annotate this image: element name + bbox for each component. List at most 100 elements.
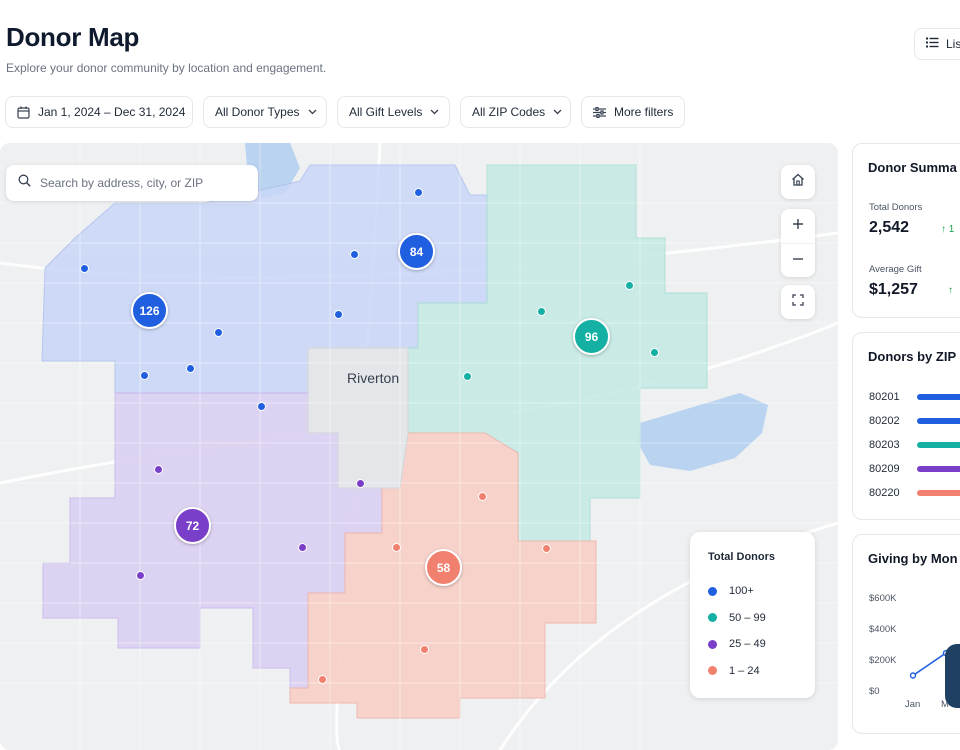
search-icon <box>18 174 31 192</box>
home-icon <box>791 173 805 191</box>
chevron-down-icon <box>430 109 439 115</box>
donor-pin[interactable] <box>537 307 546 316</box>
legend-title: Total Donors <box>708 551 776 563</box>
donor-summary-card: Donor Summa Total Donors 2,542 ↑ 1 Avera… <box>852 143 960 318</box>
total-donors-label: Total Donors <box>869 202 923 213</box>
map-search-input[interactable] <box>40 176 240 190</box>
more-filters-button[interactable]: More filters <box>581 96 685 128</box>
zoom-in-button[interactable] <box>781 209 815 243</box>
city-label: Riverton <box>347 370 400 386</box>
fullscreen-button[interactable] <box>781 285 815 319</box>
donor-cluster[interactable]: 96 <box>573 318 610 355</box>
zip-code: 80203 <box>869 439 900 451</box>
giving-data-point <box>909 672 917 679</box>
donor-cluster[interactable]: 126 <box>131 292 168 329</box>
legend-label: 25 – 49 <box>729 638 766 651</box>
zip-bar <box>917 466 960 472</box>
zip-bar <box>917 418 960 424</box>
donor-cluster[interactable]: 84 <box>398 233 435 270</box>
map-home-button[interactable] <box>781 165 815 199</box>
donor-pin[interactable] <box>625 281 634 290</box>
donor-pin[interactable] <box>154 465 163 474</box>
legend-swatch <box>708 639 717 649</box>
donor-pin[interactable] <box>318 675 327 684</box>
zip-code: 80220 <box>869 487 900 499</box>
date-range-filter[interactable]: Jan 1, 2024 – Dec 31, 2024 <box>5 96 193 128</box>
donor-pin[interactable] <box>420 645 429 654</box>
donor-pin[interactable] <box>334 310 343 319</box>
legend-label: 50 – 99 <box>729 611 766 624</box>
plus-icon <box>792 217 804 235</box>
list-view-button[interactable]: Lis <box>914 28 960 60</box>
legend-label: 1 – 24 <box>729 664 760 677</box>
total-donors-value: 2,542 <box>869 219 910 236</box>
legend-item: 100+ <box>708 578 797 605</box>
donor-pin[interactable] <box>140 371 149 380</box>
summary-title: Donor Summa <box>868 160 957 175</box>
fullscreen-icon <box>792 293 804 311</box>
donor-pin[interactable] <box>542 544 551 553</box>
legend-label: 100+ <box>729 585 754 598</box>
chevron-down-icon <box>553 109 562 115</box>
chevron-down-icon <box>308 109 317 115</box>
donor-pin[interactable] <box>80 264 89 273</box>
zip-code: 80202 <box>869 415 900 427</box>
zip-codes-label: All ZIP Codes <box>472 105 546 119</box>
zip-bar <box>917 442 960 448</box>
donor-pin[interactable] <box>414 188 423 197</box>
donor-pin[interactable] <box>214 328 223 337</box>
zip-row: 80202 <box>869 414 900 428</box>
legend-item: 1 – 24 <box>708 658 797 685</box>
zip-codes-filter[interactable]: All ZIP Codes <box>460 96 571 128</box>
legend-swatch <box>708 613 717 623</box>
zip-card-title: Donors by ZIP <box>868 349 957 364</box>
zip-row: 80203 <box>869 438 900 452</box>
giving-by-month-card: Giving by Mon $600K $400K $200K $0 Jan M <box>852 534 960 734</box>
donors-by-zip-card: Donors by ZIP 80201 80202 80203 80209 80… <box>852 332 960 520</box>
donor-pin[interactable] <box>257 402 266 411</box>
average-gift-delta: ↑ <box>948 285 953 296</box>
zip-code: 80201 <box>869 391 900 403</box>
calendar-icon <box>17 106 30 119</box>
average-gift-label: Average Gift <box>869 264 922 275</box>
donor-cluster[interactable]: 58 <box>425 549 462 586</box>
donor-map[interactable]: Riverton 126 84 96 72 58 Total Donors 10… <box>0 143 838 750</box>
chat-button[interactable] <box>945 644 960 708</box>
legend-item: 50 – 99 <box>708 605 797 632</box>
list-icon <box>926 37 939 51</box>
map-search-box[interactable] <box>6 165 258 201</box>
zip-row: 80209 <box>869 462 900 476</box>
map-legend: Total Donors 100+ 50 – 99 25 – 49 1 – 24 <box>690 532 815 698</box>
page-title: Donor Map <box>6 22 140 52</box>
date-range-label: Jan 1, 2024 – Dec 31, 2024 <box>38 105 186 119</box>
donor-pin[interactable] <box>356 479 365 488</box>
donor-pin[interactable] <box>650 348 659 357</box>
total-donors-delta: ↑ 1 <box>941 224 955 235</box>
legend-swatch <box>708 666 717 676</box>
legend-item: 25 – 49 <box>708 631 797 658</box>
donor-cluster[interactable]: 72 <box>174 507 211 544</box>
sliders-icon <box>593 106 606 118</box>
zip-bar <box>917 394 960 400</box>
donor-pin[interactable] <box>298 543 307 552</box>
donor-pin[interactable] <box>463 372 472 381</box>
more-filters-label: More filters <box>614 105 674 119</box>
zoom-controls <box>781 209 815 277</box>
gift-levels-filter[interactable]: All Gift Levels <box>337 96 450 128</box>
donor-types-filter[interactable]: All Donor Types <box>203 96 327 128</box>
zip-bar <box>917 490 960 496</box>
legend-swatch <box>708 586 717 596</box>
page-subtitle: Explore your donor community by location… <box>6 61 327 75</box>
zip-row: 80201 <box>869 390 900 404</box>
giving-line-chart <box>909 647 960 679</box>
zip-row: 80220 <box>869 486 900 500</box>
donor-pin[interactable] <box>392 543 401 552</box>
view-button-label: Lis <box>946 37 960 51</box>
donor-pin[interactable] <box>350 250 359 259</box>
donor-pin[interactable] <box>186 364 195 373</box>
average-gift-value: $1,257 <box>869 281 918 298</box>
gift-levels-label: All Gift Levels <box>349 105 423 119</box>
donor-pin[interactable] <box>136 571 145 580</box>
donor-pin[interactable] <box>478 492 487 501</box>
zoom-out-button[interactable] <box>781 243 815 277</box>
